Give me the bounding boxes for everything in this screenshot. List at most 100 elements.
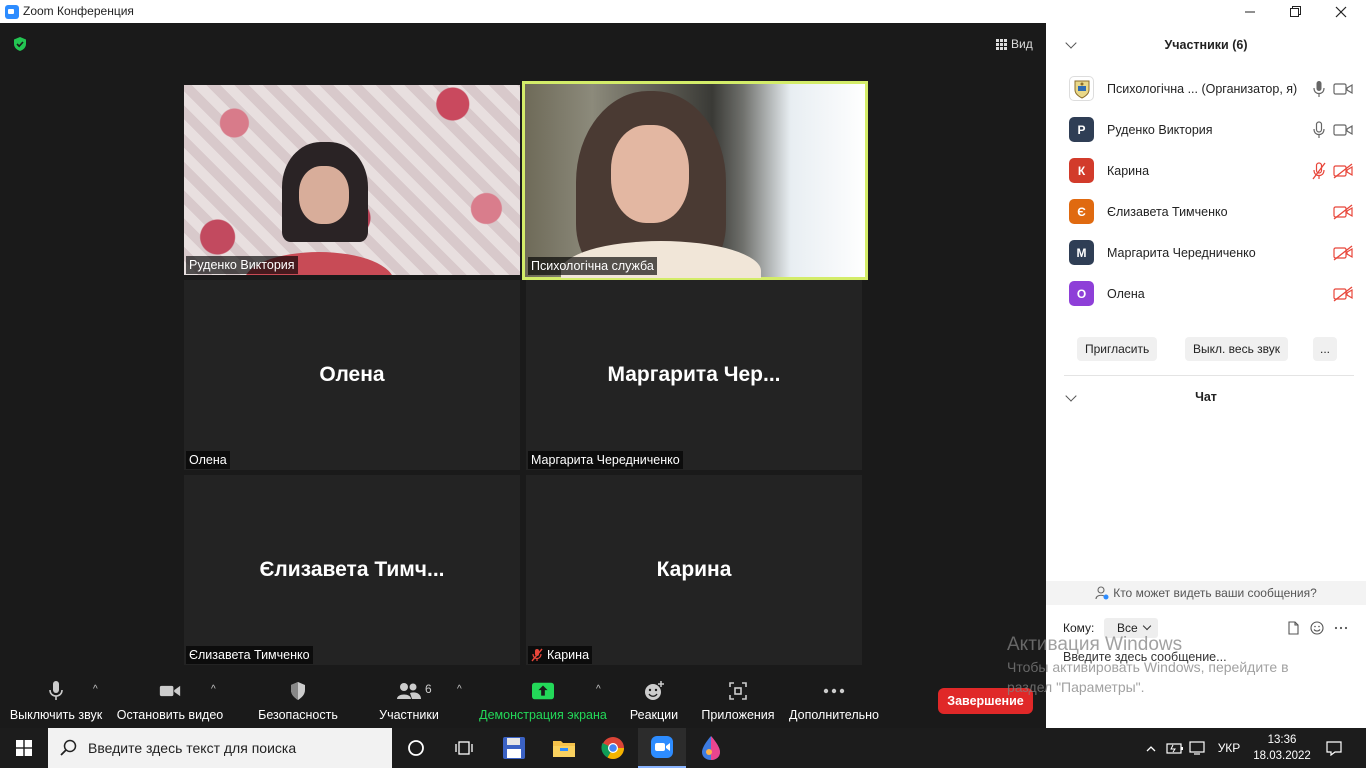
- apps-label: Приложения: [701, 708, 775, 722]
- file-icon[interactable]: [1286, 621, 1300, 635]
- tile-name-label: Єлизавета Тимченко: [186, 646, 313, 664]
- tray-expand-button[interactable]: [1140, 728, 1162, 768]
- participants-more-button[interactable]: ...: [1313, 337, 1337, 361]
- mute-button[interactable]: Выключить звук: [8, 672, 104, 728]
- emoji-icon[interactable]: [1310, 621, 1324, 635]
- zoom-icon: [651, 736, 673, 758]
- camera-off-icon[interactable]: [1333, 204, 1353, 220]
- participant-row[interactable]: Психологічна ... (Организатор, я): [1046, 69, 1366, 110]
- clock-date: 18.03.2022: [1253, 750, 1311, 762]
- share-options-caret[interactable]: ^: [596, 684, 601, 695]
- video-tile-yelyzaveta[interactable]: Єлизавета Тимч... Єлизавета Тимченко: [184, 475, 520, 665]
- grid-view-icon: [996, 38, 1007, 50]
- video-tile-margarita[interactable]: Маргарита Чер... Маргарита Чередниченко: [526, 280, 862, 470]
- participant-row[interactable]: О Олена: [1046, 274, 1366, 315]
- start-button[interactable]: [0, 728, 48, 768]
- camera-on-icon[interactable]: [1333, 81, 1353, 97]
- taskbar-app-explorer[interactable]: [540, 728, 588, 768]
- chrome-icon: [601, 737, 624, 759]
- camera-off-icon[interactable]: [1333, 286, 1353, 302]
- close-icon: [1335, 6, 1347, 17]
- taskbar-app-chrome[interactable]: [589, 728, 637, 768]
- security-label: Безопасность: [258, 708, 338, 722]
- language-indicator[interactable]: УКР: [1212, 728, 1246, 768]
- participant-row[interactable]: М Маргарита Чередниченко: [1046, 233, 1366, 274]
- maximize-button[interactable]: [1272, 0, 1318, 23]
- audio-options-caret[interactable]: ^: [93, 684, 98, 695]
- participants-button[interactable]: 6 Участники: [374, 672, 444, 728]
- mic-on-icon[interactable]: [1312, 121, 1326, 139]
- video-tile-rudenko[interactable]: Руденко Виктория: [184, 85, 520, 275]
- side-panel: Участники (6) Психологічна ... (Организа…: [1046, 23, 1366, 728]
- stop-video-button[interactable]: Остановить видео: [116, 672, 224, 728]
- video-options-caret[interactable]: ^: [211, 684, 216, 695]
- microphone-icon: [45, 680, 67, 702]
- window-title: Zoom Конференция: [23, 4, 134, 18]
- battery-tray-button[interactable]: [1164, 728, 1186, 768]
- mute-all-button[interactable]: Выкл. весь звук: [1185, 337, 1289, 361]
- participants-count: 6: [425, 682, 432, 696]
- close-window-button[interactable]: [1318, 0, 1364, 23]
- view-button[interactable]: Вид: [990, 33, 1039, 55]
- search-icon: [60, 739, 77, 756]
- power-plug-icon: [1166, 743, 1183, 754]
- chat-message-input[interactable]: Введите здесь сообщение...: [1063, 650, 1227, 664]
- taskbar-app-drop[interactable]: [687, 728, 735, 768]
- mic-muted-icon[interactable]: [1312, 162, 1326, 180]
- minimize-button[interactable]: [1227, 0, 1273, 23]
- video-tile-olena[interactable]: Олена Олена: [184, 280, 520, 470]
- share-screen-button[interactable]: Демонстрация экрана: [478, 672, 608, 728]
- clock-time: 13:36: [1267, 734, 1297, 746]
- tile-name-label: Руденко Виктория: [186, 256, 298, 274]
- floppy-disk-icon: [503, 737, 525, 759]
- video-tile-karyna[interactable]: Карина Карина: [526, 475, 862, 665]
- chevron-up-icon: [1146, 745, 1156, 751]
- windows-taskbar: Введите здесь текст для поиска УКР 13:36…: [0, 728, 1366, 768]
- camera-off-icon[interactable]: [1333, 245, 1353, 261]
- task-view-icon: [455, 741, 473, 755]
- apps-button[interactable]: Приложения: [698, 672, 778, 728]
- zoom-app-icon: [5, 5, 19, 19]
- view-label: Вид: [1011, 37, 1033, 51]
- title-bar: Zoom Конференция: [0, 0, 1366, 23]
- participant-video-feed: [561, 91, 761, 278]
- encryption-shield-icon[interactable]: [12, 36, 28, 52]
- tile-name-label: Психологічна служба: [528, 257, 657, 275]
- participants-options-caret[interactable]: ^: [457, 684, 462, 695]
- reactions-button[interactable]: Реакции: [624, 672, 684, 728]
- more-dots-icon[interactable]: [1334, 621, 1348, 635]
- participant-row[interactable]: Р Руденко Виктория: [1046, 110, 1366, 151]
- task-view-button[interactable]: [440, 728, 488, 768]
- participant-row[interactable]: Є Єлизавета Тимченко: [1046, 192, 1366, 233]
- video-tile-psych-service[interactable]: Психологічна служба: [522, 81, 868, 280]
- invite-button[interactable]: Пригласить: [1077, 337, 1158, 361]
- participants-label: Участники: [379, 708, 439, 722]
- more-dots-icon: [823, 680, 845, 702]
- taskbar-app-zoom[interactable]: [638, 728, 686, 768]
- who-can-see-text: Кто может видеть ваши сообщения?: [1113, 586, 1317, 600]
- mic-muted-icon: [531, 648, 543, 662]
- avatar: Р: [1069, 117, 1094, 142]
- network-tray-button[interactable]: [1186, 728, 1208, 768]
- taskbar-clock[interactable]: 13:36 18.03.2022: [1247, 732, 1317, 764]
- share-screen-label: Демонстрация экрана: [479, 708, 607, 722]
- recipient-select[interactable]: Все: [1104, 618, 1158, 638]
- more-options-button[interactable]: Дополнительно: [788, 672, 880, 728]
- end-meeting-button[interactable]: Завершение: [938, 688, 1033, 714]
- security-button[interactable]: Безопасность: [254, 672, 342, 728]
- avatar: Є: [1069, 199, 1094, 224]
- cortana-button[interactable]: [392, 728, 440, 768]
- taskbar-app-save[interactable]: [490, 728, 538, 768]
- camera-on-icon[interactable]: [1333, 122, 1353, 138]
- stop-video-label: Остановить видео: [116, 708, 224, 722]
- participant-row[interactable]: К Карина: [1046, 151, 1366, 192]
- who-can-see-link[interactable]: Кто может видеть ваши сообщения?: [1046, 581, 1366, 605]
- mic-on-icon[interactable]: [1312, 80, 1326, 98]
- participant-name: Єлизавета Тимченко: [1107, 205, 1228, 219]
- notifications-button[interactable]: [1320, 728, 1348, 768]
- tile-name-label: Маргарита Чередниченко: [528, 451, 683, 469]
- participant-video-feed: [244, 142, 394, 275]
- camera-off-icon[interactable]: [1333, 163, 1353, 179]
- taskbar-search[interactable]: Введите здесь текст для поиска: [48, 728, 392, 768]
- search-placeholder: Введите здесь текст для поиска: [88, 740, 297, 756]
